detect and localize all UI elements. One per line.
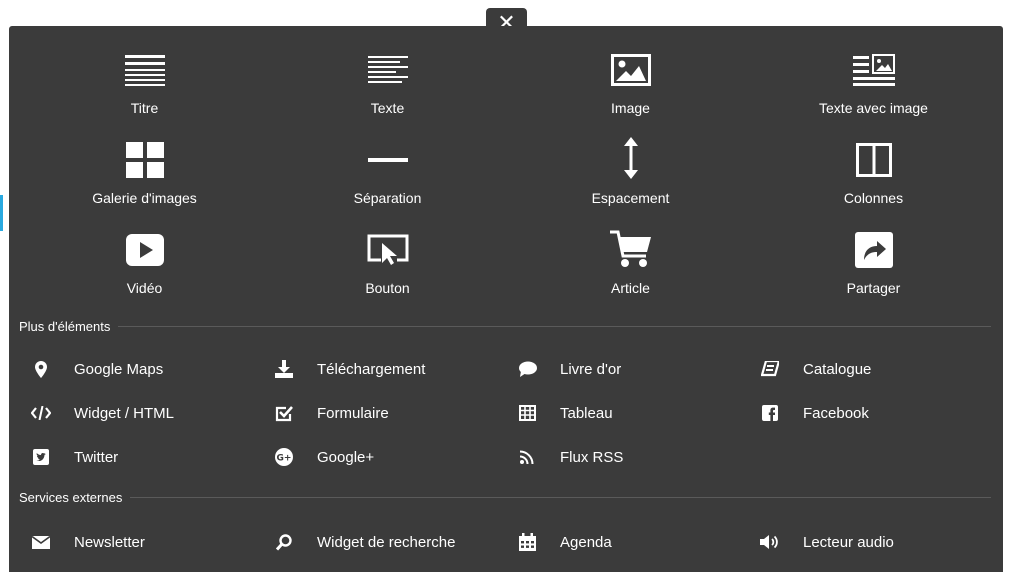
item-widget-html[interactable]: Widget / HTML [31, 400, 274, 426]
external-services-header: Services externes [19, 489, 991, 505]
element-picker-panel: Titre Texte Image Texte avec image Galer… [9, 26, 1003, 572]
item-agenda[interactable]: Agenda [517, 529, 760, 555]
more-elements-header: Plus d'éléments [19, 318, 991, 334]
item-label: Lecteur audio [803, 533, 894, 551]
item-label: Widget de recherche [317, 533, 456, 551]
block-label: Bouton [365, 280, 410, 296]
item-label: Newsletter [74, 533, 145, 551]
external-services-list: Newsletter Widget de recherche Agenda Le… [31, 529, 1001, 573]
item-label: Téléchargement [317, 360, 426, 378]
item-label: Google Maps [74, 360, 164, 378]
item-label: Facebook [803, 404, 869, 422]
item-label: Catalogue [803, 360, 872, 378]
columns-icon [853, 143, 895, 177]
block-label: Texte [370, 100, 405, 116]
block-label: Article [611, 280, 650, 296]
calendar-icon [517, 533, 537, 551]
block-columns[interactable]: Colonnes [752, 140, 995, 230]
google-plus-icon: G+ [274, 448, 294, 466]
item-facebook[interactable]: Facebook [760, 400, 1003, 426]
item-label: Agenda [560, 533, 612, 551]
image-icon [610, 53, 652, 87]
text-with-image-icon [852, 53, 895, 87]
speaker-icon [760, 533, 780, 551]
item-label: Twitter [74, 448, 119, 466]
block-share[interactable]: Partager [752, 230, 995, 320]
button-cursor-icon [367, 233, 409, 267]
block-label: Espacement [591, 190, 670, 206]
speech-bubble-icon [517, 360, 537, 378]
block-grid: Titre Texte Image Texte avec image Galer… [23, 50, 993, 320]
block-video[interactable]: Vidéo [23, 230, 266, 320]
item-download[interactable]: Téléchargement [274, 356, 517, 382]
section-divider [118, 325, 991, 327]
block-image[interactable]: Image [509, 50, 752, 140]
section-divider [130, 496, 991, 498]
code-icon [31, 404, 51, 422]
twitter-icon [31, 448, 51, 466]
item-guestbook[interactable]: Livre d'or [517, 356, 760, 382]
item-table[interactable]: Tableau [517, 400, 760, 426]
section-title: Plus d'éléments [19, 318, 111, 334]
item-google-maps[interactable]: Google Maps [31, 356, 274, 382]
item-google-plus[interactable]: G+ Google+ [274, 444, 517, 470]
block-separator[interactable]: Séparation [266, 140, 509, 230]
map-pin-icon [31, 360, 51, 378]
block-button[interactable]: Bouton [266, 230, 509, 320]
block-text[interactable]: Texte [266, 50, 509, 140]
item-label: Google+ [317, 448, 375, 466]
item-rss[interactable]: Flux RSS [517, 444, 760, 470]
more-elements-list: Google Maps Téléchargement Livre d'or Ca… [31, 356, 1001, 488]
item-search-widget[interactable]: Widget de recherche [274, 529, 517, 555]
gallery-grid-icon [124, 142, 166, 178]
rss-icon [517, 448, 537, 466]
block-spacing[interactable]: Espacement [509, 137, 752, 230]
video-play-icon [124, 233, 166, 267]
block-text-with-image[interactable]: Texte avec image [752, 50, 995, 140]
table-grid-icon [517, 404, 537, 422]
block-label: Colonnes [843, 190, 904, 206]
item-label: Livre d'or [560, 360, 622, 378]
svg-text:G+: G+ [277, 454, 292, 464]
block-label: Galerie d'images [92, 190, 197, 206]
checkbox-form-icon [274, 404, 294, 422]
title-lines-icon [124, 53, 166, 87]
block-label: Séparation [353, 190, 422, 206]
item-label: Tableau [560, 404, 613, 422]
block-title[interactable]: Titre [23, 50, 266, 140]
block-article[interactable]: Article [509, 230, 752, 320]
block-label: Partager [846, 280, 901, 296]
left-edge-accent [0, 195, 3, 231]
item-label: Widget / HTML [74, 404, 175, 422]
item-form[interactable]: Formulaire [274, 400, 517, 426]
item-audio-player[interactable]: Lecteur audio [760, 529, 1003, 555]
item-newsletter[interactable]: Newsletter [31, 529, 274, 555]
text-lines-icon [367, 53, 409, 87]
share-arrow-icon [853, 232, 895, 268]
block-label: Texte avec image [819, 100, 928, 116]
block-gallery[interactable]: Galerie d'images [23, 140, 266, 230]
block-label: Image [611, 100, 650, 116]
facebook-icon [760, 404, 780, 422]
shopping-cart-icon [609, 230, 652, 267]
download-icon [274, 360, 294, 378]
separator-line-icon [367, 143, 409, 177]
block-label: Vidéo [126, 280, 163, 296]
item-catalog[interactable]: Catalogue [760, 356, 1003, 382]
empty-cell [760, 444, 1003, 488]
item-label: Flux RSS [560, 448, 624, 466]
block-label: Titre [130, 100, 159, 116]
catalog-book-icon [760, 360, 780, 378]
vertical-arrows-icon [610, 137, 652, 179]
item-twitter[interactable]: Twitter [31, 444, 274, 470]
section-title: Services externes [19, 489, 123, 505]
item-label: Formulaire [317, 404, 389, 422]
envelope-icon [31, 533, 51, 551]
search-icon [274, 533, 294, 551]
